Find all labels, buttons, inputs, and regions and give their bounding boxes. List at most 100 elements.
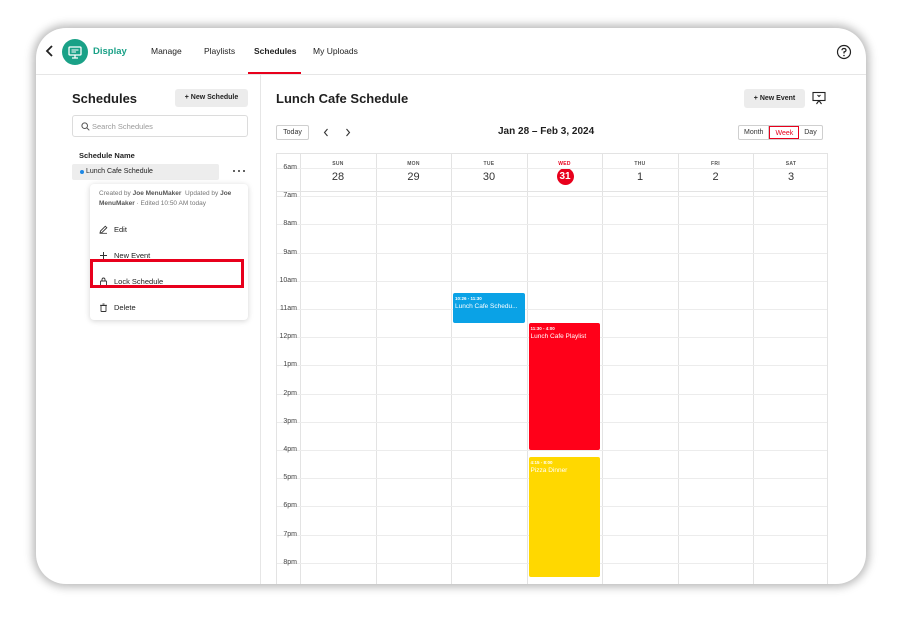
view-day-button[interactable]: Day	[799, 126, 821, 139]
app-window: Display Manage Playlists Schedules My Up…	[36, 28, 866, 584]
schedule-item-label: Lunch Cafe Schedule	[86, 168, 153, 175]
week-calendar: SUN 28 MON 29 TUE 30 WED 31 THU 1 FRI 2 SAT 3 6am 7am 8…	[276, 153, 828, 584]
day-of-week-label: MON	[407, 161, 420, 167]
day-number: 29	[407, 171, 420, 183]
chevron-right-icon[interactable]	[344, 128, 352, 137]
hour-gridline	[277, 252, 827, 254]
day-column-divider	[602, 192, 603, 584]
hour-label: 8am	[283, 220, 297, 228]
event-time: 11:30 - 4:00	[530, 326, 555, 332]
view-week-button[interactable]: Week	[769, 126, 800, 139]
hour-gridline	[277, 309, 827, 310]
hour-label: 6am	[283, 164, 297, 171]
day-header-mon[interactable]: MON 29	[375, 154, 451, 192]
brand-name: Display	[93, 46, 127, 57]
nav-my-uploads[interactable]: My Uploads	[313, 46, 358, 56]
day-column-divider	[753, 192, 754, 584]
search-box	[72, 115, 248, 137]
view-month-button[interactable]: Month	[739, 126, 770, 139]
hour-gridline	[277, 450, 827, 451]
day-column-divider	[526, 192, 528, 584]
day-number: 1	[636, 171, 644, 183]
day-of-week-label: THU	[634, 161, 646, 167]
calendar-event[interactable]: 4:15 - 8:00 Pizza Dinner	[528, 457, 600, 577]
calendar-event[interactable]: 11:30 - 4:00 Lunch Cafe Playlist	[528, 323, 600, 450]
today-button[interactable]: Today	[276, 125, 309, 140]
day-header-sun[interactable]: SUN 28	[300, 154, 375, 192]
menu-item-delete[interactable]: Delete	[90, 295, 248, 319]
hour-label: 10am	[279, 276, 297, 284]
day-of-week-label: FRI	[711, 161, 720, 167]
day-of-week-label: TUE	[483, 161, 495, 167]
page-title: Lunch Cafe Schedule	[276, 91, 409, 106]
hour-label: 7pm	[283, 530, 297, 538]
back-arrow-icon[interactable]	[42, 41, 58, 61]
day-number: 2	[712, 171, 719, 183]
schedules-sidebar: Schedules + New Schedule Schedule Name L…	[36, 75, 261, 584]
trash-icon	[100, 303, 107, 312]
day-of-week-label: SAT	[785, 161, 797, 167]
hour-label: 12pm	[279, 333, 297, 341]
edit-highlight-box	[90, 259, 244, 288]
hour-label: 1pm	[283, 361, 297, 369]
display-logo-icon	[62, 39, 88, 65]
calendar-event[interactable]: 10:26 - 11:30 Lunch Cafe Schedu...	[453, 292, 525, 324]
present-screen-icon[interactable]	[812, 91, 826, 105]
day-number: 28	[331, 171, 345, 183]
day-column-divider	[451, 192, 452, 584]
view-toggle: Month Week Day	[738, 125, 823, 140]
new-schedule-button[interactable]: + New Schedule	[175, 89, 248, 107]
nav-playlists[interactable]: Playlists	[204, 46, 235, 56]
day-header-wed[interactable]: WED 31	[526, 154, 602, 192]
day-column-divider	[300, 192, 301, 584]
day-number: 3	[787, 171, 795, 183]
day-number: 30	[482, 171, 496, 183]
menu-item-label: Delete	[114, 303, 136, 312]
hour-label: 11am	[280, 305, 297, 312]
help-icon[interactable]	[836, 44, 852, 60]
day-header-thu[interactable]: THU 1	[602, 154, 677, 192]
schedule-name-column-label: Schedule Name	[79, 151, 135, 160]
day-column-divider	[677, 192, 679, 584]
schedule-item-lunch-cafe[interactable]: Lunch Cafe Schedule	[72, 164, 219, 180]
day-header-fri[interactable]: FRI 2	[677, 154, 753, 192]
event-name: Lunch Cafe Schedu...	[455, 302, 518, 310]
event-time: 4:15 - 8:00	[530, 460, 553, 466]
search-icon	[81, 122, 90, 131]
hour-label: 3pm	[283, 417, 297, 425]
schedule-meta-info: Created by Joe MenuMaker Updated by Joe …	[99, 190, 232, 207]
event-name: Lunch Cafe Playlist	[530, 333, 587, 341]
day-of-week-label: WED	[558, 161, 571, 167]
hour-label: 7am	[283, 192, 297, 200]
sidebar-title: Schedules	[72, 91, 138, 106]
hour-label: 8pm	[283, 558, 297, 566]
schedule-context-menu: Created by Joe MenuMaker Updated by Joe …	[90, 184, 248, 320]
hour-gridline	[277, 280, 827, 282]
event-name: Pizza Dinner	[530, 467, 568, 475]
nav-manage[interactable]: Manage	[151, 46, 182, 56]
menu-item-edit[interactable]: Edit	[90, 217, 248, 241]
hour-label: 9am	[283, 248, 297, 256]
menu-item-label: Edit	[114, 225, 127, 234]
more-options-icon[interactable]	[232, 166, 246, 176]
nav-active-underline	[248, 72, 301, 74]
day-number: 31	[556, 168, 574, 185]
new-event-button[interactable]: + New Event	[744, 89, 805, 108]
calendar-header: SUN 28 MON 29 TUE 30 WED 31 THU 1 FRI 2 SAT 3	[277, 154, 827, 192]
nav-schedules[interactable]: Schedules	[254, 46, 297, 56]
day-of-week-label: SUN	[332, 161, 344, 167]
day-header-tue[interactable]: TUE 30	[451, 154, 526, 192]
calendar-grid: 6am 7am 8am 9am 10am 11am 12pm 1pm 2pm 3pm 4pm 5pm 6…	[277, 164, 827, 584]
date-range: Jan 28 – Feb 3, 2024	[498, 126, 595, 137]
pencil-icon	[99, 225, 108, 234]
hour-gridline	[277, 224, 827, 226]
chevron-left-icon[interactable]	[322, 128, 330, 137]
event-time: 10:26 - 11:30	[455, 295, 482, 301]
hour-gridline	[277, 168, 827, 169]
hour-label: 2pm	[283, 389, 297, 397]
hour-gridline	[277, 196, 827, 198]
search-input[interactable]	[92, 120, 242, 133]
day-header-sat[interactable]: SAT 3	[753, 154, 827, 192]
hour-label: 5pm	[283, 474, 297, 482]
day-column-divider	[375, 192, 377, 584]
